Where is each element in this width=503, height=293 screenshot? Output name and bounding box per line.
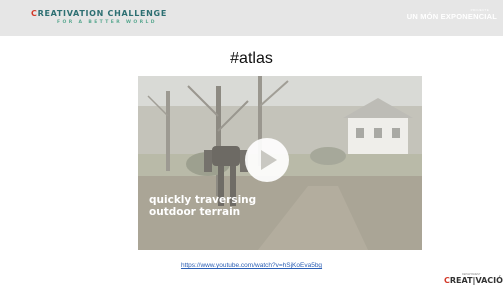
tagline-small: PROJECTE [470, 8, 489, 12]
brand-title: CREATIVATION CHALLENGE [31, 10, 167, 18]
video-caption-line-2: outdoor terrain [149, 206, 241, 218]
slide: CREATIVATION CHALLENGE FOR A BETTER WORL… [0, 0, 503, 293]
youtube-link[interactable]: https://www.youtube.com/watch?v=hSjKoEva… [0, 262, 503, 269]
brand-logo: CREATIVATION CHALLENGE FOR A BETTER WORL… [31, 10, 167, 26]
creativacio-logo-rest: REAT|VACIÓ [449, 276, 503, 285]
video-caption: quickly traversing outdoor terrain [149, 194, 256, 218]
tagline: UN MÓN EXPONENCIAL [406, 12, 497, 21]
creativacio-logo: DEPARTAMENT CREAT|VACIÓ [444, 273, 503, 287]
brand-title-first-letter: C [31, 9, 38, 18]
tagline-block: PROJECTE UN MÓN EXPONENCIAL [406, 8, 497, 21]
slide-title: #atlas [230, 50, 273, 67]
creativacio-logo-text: CREAT|VACIÓ [444, 276, 503, 285]
video-player[interactable]: quickly traversing outdoor terrain [138, 76, 422, 250]
brand-title-rest: REATIVATION CHALLENGE [37, 9, 167, 18]
play-button[interactable] [245, 138, 289, 182]
brand-subtitle: FOR A BETTER WORLD [57, 20, 157, 25]
play-icon [261, 150, 277, 170]
header-bar: CREATIVATION CHALLENGE FOR A BETTER WORL… [0, 0, 503, 36]
video-caption-line-1: quickly traversing [149, 194, 257, 206]
